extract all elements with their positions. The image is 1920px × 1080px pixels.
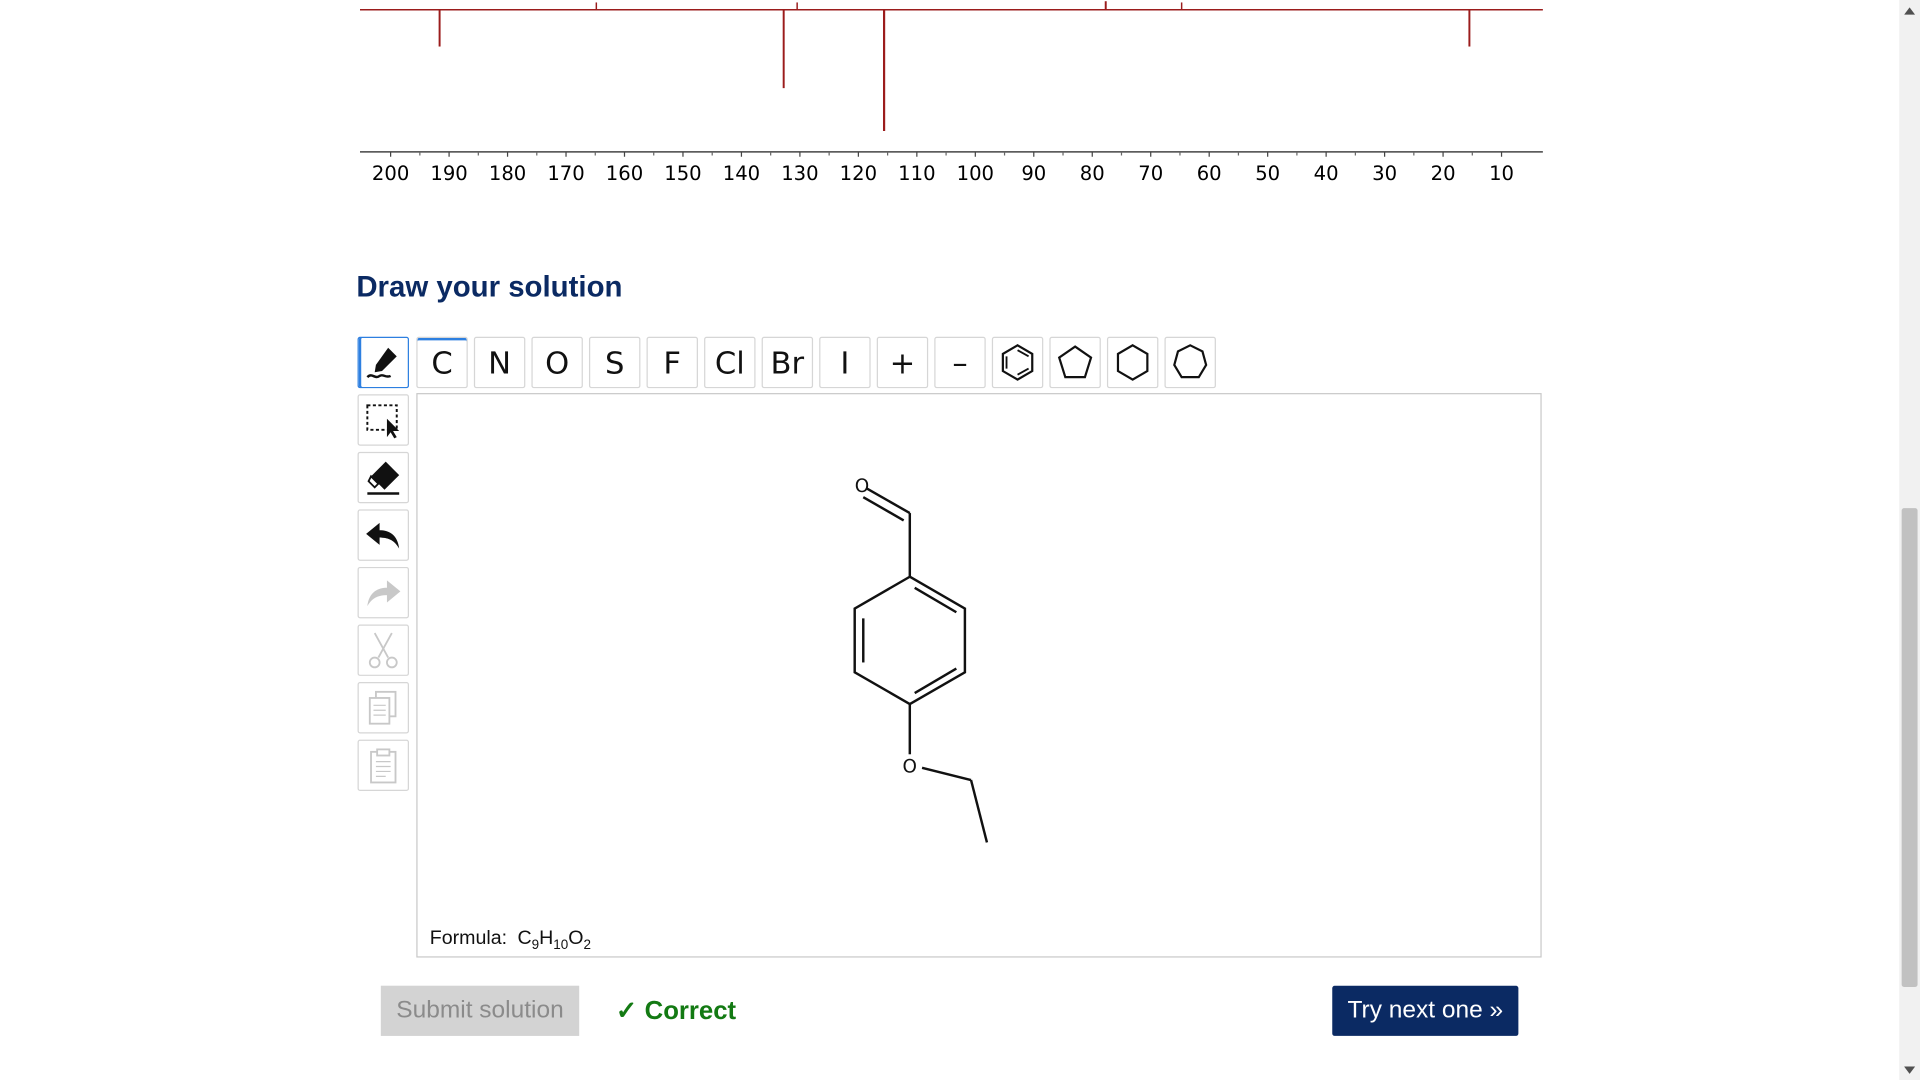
axis-ticks: 200 190 180 170 160 150 140 130 120 110 100 90 80 70 6…	[372, 151, 1514, 185]
redo-button[interactable]	[357, 566, 409, 619]
axis-tick-label: 150	[664, 162, 701, 185]
paste-icon	[370, 748, 397, 784]
cut-icon	[368, 632, 398, 669]
cycloheptane-icon	[1173, 344, 1208, 379]
benzene-ring-button[interactable]	[991, 336, 1044, 389]
chevron-down-icon	[1904, 1065, 1916, 1074]
atom-button-o[interactable]: O	[531, 336, 583, 389]
atom-button-s[interactable]: S	[588, 336, 641, 389]
eraser-tool-button[interactable]	[357, 451, 409, 504]
formula-count: 10	[553, 937, 569, 953]
nmr-spectrum: 200 190 180 170 160 150 140 130 120 110 100 90 80 70 6…	[360, 1, 1543, 185]
axis-tick-label: 170	[547, 162, 584, 185]
spectrum-trace	[360, 1, 1543, 132]
benzene-ring	[853, 575, 967, 706]
redo-icon	[367, 580, 401, 607]
scroll-up-arrow[interactable]	[1899, 0, 1920, 21]
copy-button[interactable]	[357, 682, 409, 734]
atom-button-c[interactable]: C	[416, 336, 468, 389]
drawing-canvas[interactable]: O O Formula: C9H10O2	[416, 393, 1542, 958]
axis-tick-label: 130	[781, 162, 818, 185]
select-tool-button[interactable]	[357, 394, 409, 446]
axis-tick-label: 180	[489, 162, 526, 185]
atom-button-i[interactable]: I	[819, 336, 871, 389]
axis-tick-label: 90	[1021, 162, 1046, 185]
cyclohexane-ring-button[interactable]	[1106, 336, 1159, 389]
undo-button[interactable]	[357, 509, 409, 561]
axis-tick-label: 10	[1489, 162, 1514, 185]
atom-label-o: O	[902, 757, 916, 778]
formula-readout: Formula: C9H10O2	[430, 928, 591, 952]
bond	[969, 779, 989, 843]
charge-plus-button[interactable]: +	[876, 336, 929, 389]
axis-tick-label: 190	[430, 162, 467, 185]
formula-label: Formula:	[429, 928, 508, 949]
atom-button-f[interactable]: F	[646, 336, 698, 389]
cycloheptane-ring-button[interactable]	[1164, 336, 1216, 389]
eraser-icon	[367, 461, 400, 495]
section-heading: Draw your solution	[356, 270, 623, 304]
axis-tick-label: 50	[1255, 162, 1280, 185]
cut-button[interactable]	[357, 624, 409, 676]
carbonyl-bond-inner	[862, 496, 905, 522]
select-icon	[366, 404, 400, 439]
axis-tick-label: 100	[957, 162, 994, 185]
copy-icon	[368, 690, 397, 725]
molecule-structure: O O	[853, 476, 989, 843]
benzene-icon	[1001, 344, 1034, 381]
formula-count: 2	[583, 937, 592, 953]
axis-tick-label: 80	[1080, 162, 1105, 185]
check-icon: ✓	[615, 996, 638, 1025]
status-text: Correct	[644, 996, 737, 1025]
formula-element: H	[539, 928, 554, 949]
atom-button-br[interactable]: Br	[761, 336, 814, 389]
cyclohexane-icon	[1116, 344, 1149, 381]
cyclopentane-icon	[1057, 345, 1093, 379]
paste-button[interactable]	[357, 739, 409, 792]
axis-tick-label: 20	[1431, 162, 1456, 185]
formula-value: C9H10O2	[517, 928, 591, 952]
axis-tick-label: 60	[1197, 162, 1222, 185]
formula-element: C	[517, 928, 532, 949]
status-message: ✓ Correct	[616, 996, 736, 1027]
axis-tick-label: 160	[606, 162, 643, 185]
page: 200 190 180 170 160 150 140 130 120 110 100 90 80 70 6…	[0, 0, 1920, 1080]
atom-button-n[interactable]: N	[473, 336, 526, 389]
draw-icon	[366, 347, 397, 379]
scrollbar-thumb[interactable]	[1901, 508, 1918, 987]
chevron-up-icon	[1904, 6, 1916, 15]
scroll-down-arrow[interactable]	[1899, 1059, 1920, 1080]
bond	[921, 766, 972, 782]
draw-tool-button[interactable]	[357, 336, 409, 389]
carbonyl-bond	[866, 487, 911, 515]
axis-tick-label: 200	[372, 162, 409, 185]
axis-tick-label: 30	[1372, 162, 1397, 185]
axis-tick-label: 70	[1138, 162, 1163, 185]
cyclopentane-ring-button[interactable]	[1049, 336, 1101, 389]
formula-element: O	[568, 928, 584, 949]
submit-solution-button[interactable]: Submit solution	[380, 985, 580, 1036]
axis-tick-label: 40	[1314, 162, 1339, 185]
axis-tick-label: 120	[840, 162, 877, 185]
try-next-button[interactable]: Try next one »	[1332, 985, 1519, 1036]
atom-label-o: O	[855, 476, 869, 497]
charge-minus-button[interactable]: –	[934, 336, 986, 389]
axis-tick-label: 110	[898, 162, 935, 185]
atom-button-cl[interactable]: Cl	[704, 336, 756, 389]
undo-icon	[366, 522, 400, 549]
axis-tick-label: 140	[723, 162, 760, 185]
